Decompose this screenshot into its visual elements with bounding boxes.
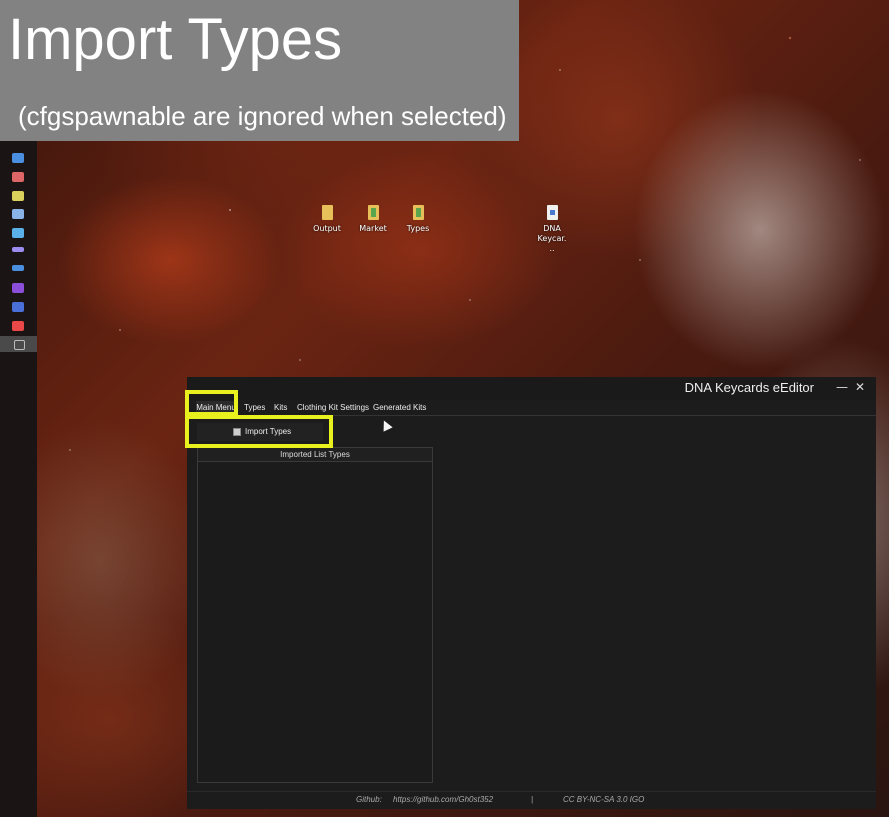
- caption-banner: Import Types (cfgspawnable are ignored w…: [0, 0, 519, 141]
- explorer-icon[interactable]: [12, 209, 24, 219]
- import-types-button[interactable]: Import Types: [197, 423, 323, 441]
- window-title: DNA Keycards eEditor: [684, 380, 814, 395]
- folder-icon: [367, 205, 379, 220]
- github-link[interactable]: https://github.com/Gh0st352: [393, 795, 493, 804]
- tab-generated-kits[interactable]: Generated Kits: [373, 401, 426, 415]
- close-button[interactable]: ✕: [853, 380, 867, 394]
- terminal-icon[interactable]: [12, 247, 24, 252]
- game-icon[interactable]: [12, 321, 24, 331]
- folder-icon: [412, 205, 424, 220]
- remote-desktop-icon[interactable]: [12, 302, 24, 312]
- steam-icon[interactable]: [12, 265, 24, 271]
- list-header: Imported List Types: [198, 448, 432, 462]
- outlook-icon[interactable]: [12, 153, 24, 163]
- license-text: CC BY-NC-SA 3.0 IGO: [563, 795, 645, 804]
- tab-types[interactable]: Types: [244, 401, 265, 415]
- desktop-icon-label: Output: [313, 224, 341, 233]
- imported-list-panel[interactable]: Imported List Types: [197, 447, 433, 783]
- tab-bar: Main Menu Types Kits Clothing Kit Settin…: [187, 401, 876, 416]
- desktop-icon-label: DNA Keycar...: [537, 224, 567, 253]
- status-separator: |: [531, 795, 534, 804]
- app-window: DNA Keycards eEditor — ✕ Main Menu Types…: [185, 377, 876, 809]
- list-body[interactable]: [198, 462, 432, 782]
- taskbar: [0, 141, 37, 817]
- desktop-icon-label: Types: [406, 224, 430, 233]
- tab-kits[interactable]: Kits: [274, 401, 287, 415]
- desktop-icon-label: Market: [359, 224, 387, 233]
- paint-icon[interactable]: [12, 172, 24, 182]
- github-label: Github:: [356, 795, 382, 804]
- app-icon[interactable]: [0, 336, 37, 352]
- file-icon: [546, 205, 558, 220]
- desktop-icon-types[interactable]: Types: [393, 205, 443, 234]
- notepad-icon[interactable]: [12, 191, 24, 201]
- title-bar[interactable]: DNA Keycards eEditor — ✕: [187, 377, 876, 400]
- desktop-icon-market[interactable]: Market: [348, 205, 398, 234]
- caption-title: Import Types: [8, 7, 343, 72]
- tab-clothing-kit-settings[interactable]: Clothing Kit Settings: [297, 401, 369, 415]
- desktop-icon-dna-keycards[interactable]: DNA Keycar...: [527, 205, 577, 254]
- tab-main-menu[interactable]: Main Menu: [196, 401, 236, 415]
- desktop-icon-output[interactable]: Output: [302, 205, 352, 234]
- caption-subtitle: (cfgspawnable are ignored when selected): [18, 101, 507, 131]
- folder-icon: [321, 205, 333, 220]
- import-types-checkbox[interactable]: [233, 428, 241, 436]
- status-bar: Github: https://github.com/Gh0st352 | CC…: [187, 791, 876, 809]
- import-types-label: Import Types: [245, 427, 292, 436]
- minimize-button[interactable]: —: [835, 380, 849, 394]
- visual-studio-icon[interactable]: [12, 283, 24, 293]
- store-icon[interactable]: [12, 228, 24, 238]
